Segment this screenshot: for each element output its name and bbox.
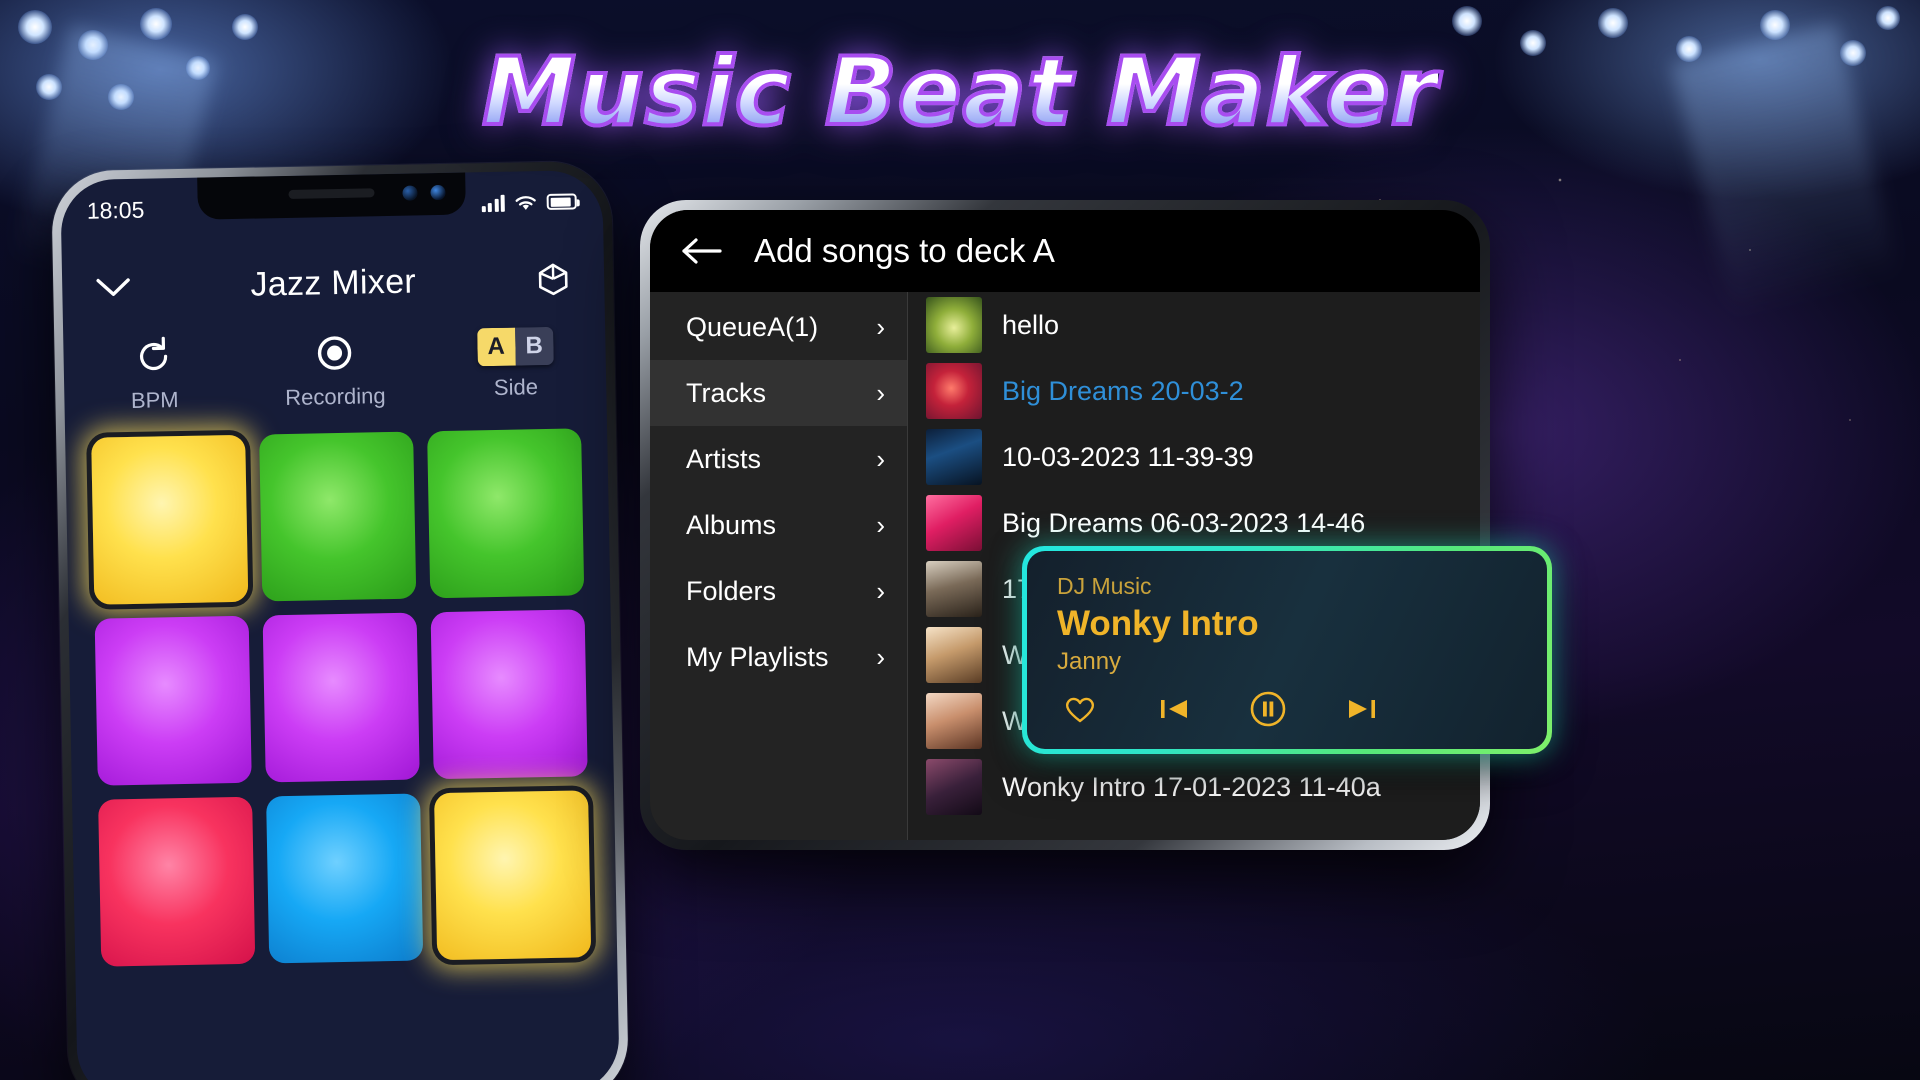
- category-folders[interactable]: Folders ›: [650, 558, 907, 624]
- category-list: QueueA(1) › Tracks › Artists › Albums › Fold…: [650, 292, 908, 840]
- mixer-controls-row: BPM Recording A B Side: [63, 326, 607, 432]
- song-title: hello: [1002, 309, 1060, 340]
- left-app-bar: Jazz Mixer: [62, 242, 605, 324]
- album-art: [926, 561, 982, 617]
- stage-lamp: [232, 14, 258, 40]
- player-artist: Janny: [1057, 648, 1122, 675]
- signal-bars-icon: [481, 194, 505, 212]
- category-label: My Playlists: [686, 641, 829, 672]
- song-row[interactable]: 10-03-2023 11-39-39: [908, 424, 1480, 490]
- chevron-right-icon: ›: [876, 377, 885, 408]
- title-container: Music Beat Maker: [0, 36, 1920, 149]
- chevron-right-icon: ›: [876, 575, 885, 606]
- wifi-icon: [514, 193, 538, 211]
- stage-lamp: [1452, 6, 1482, 36]
- mini-player-card[interactable]: DJ Music Wonky Intro Janny: [1022, 546, 1552, 754]
- side-a-option[interactable]: A: [476, 327, 516, 367]
- bpm-button[interactable]: BPM: [63, 333, 245, 415]
- player-controls: [1057, 691, 1517, 727]
- stage-lamp: [140, 8, 172, 40]
- bpm-label: BPM: [130, 387, 179, 413]
- category-label: Artists: [686, 443, 762, 474]
- recording-button[interactable]: Recording: [244, 329, 426, 411]
- category-albums[interactable]: Albums ›: [650, 492, 907, 558]
- album-art: [926, 429, 982, 485]
- beat-pad[interactable]: [91, 434, 249, 605]
- category-label: Tracks: [686, 377, 766, 408]
- next-track-button[interactable]: [1343, 692, 1381, 726]
- beat-pad[interactable]: [94, 615, 252, 786]
- battery-icon: [546, 193, 577, 210]
- favorite-button[interactable]: [1061, 692, 1099, 726]
- refresh-icon: [132, 334, 177, 379]
- player-subtitle: DJ Music: [1057, 573, 1152, 599]
- category-label: Folders: [686, 575, 777, 606]
- phone-left-screen: 18:05 Jazz Mixer BPM Recording A B Side: [60, 169, 620, 1080]
- beat-pad[interactable]: [259, 431, 417, 602]
- album-art: [926, 297, 982, 353]
- song-row[interactable]: Big Dreams 20-03-2: [908, 358, 1480, 424]
- stage-lamp: [1598, 8, 1628, 38]
- category-label: Albums: [686, 509, 777, 540]
- song-row[interactable]: hello: [908, 292, 1480, 358]
- previous-track-button[interactable]: [1155, 692, 1193, 726]
- arrow-left-icon[interactable]: [680, 235, 724, 267]
- beat-pad[interactable]: [266, 793, 424, 964]
- recording-label: Recording: [285, 383, 386, 411]
- phone-left-device: 18:05 Jazz Mixer BPM Recording A B Side: [51, 160, 629, 1080]
- beat-pad[interactable]: [434, 790, 592, 961]
- mini-player-content: DJ Music Wonky Intro Janny: [1027, 551, 1547, 749]
- side-label: Side: [493, 374, 539, 400]
- album-art: [926, 627, 982, 683]
- song-title: 10-03-2023 11-39-39: [1002, 441, 1254, 472]
- album-art: [926, 363, 982, 419]
- category-artists[interactable]: Artists ›: [650, 426, 907, 492]
- song-row[interactable]: Wonky Intro 17-01-2023 11-40a: [908, 754, 1480, 820]
- add-songs-title: Add songs to deck A: [754, 232, 1055, 269]
- song-title: Big Dreams 06-03-2023 14-46: [1002, 507, 1366, 538]
- stage-lamp: [1876, 6, 1900, 30]
- chevron-right-icon: ›: [876, 311, 885, 342]
- status-time: 18:05: [86, 196, 145, 224]
- beat-pad[interactable]: [262, 612, 420, 783]
- album-art: [926, 495, 982, 551]
- side-b-option[interactable]: B: [514, 326, 554, 366]
- chevron-right-icon: ›: [876, 641, 885, 672]
- ab-toggle-icon[interactable]: A B: [476, 326, 554, 367]
- record-circle-icon: [312, 331, 357, 376]
- chevron-right-icon: ›: [876, 509, 885, 540]
- beat-pad[interactable]: [427, 428, 585, 599]
- beat-pad-grid: [91, 428, 594, 1080]
- cube-icon[interactable]: [530, 258, 577, 299]
- album-art: [926, 693, 982, 749]
- right-app-bar: Add songs to deck A: [650, 210, 1480, 292]
- song-title: Big Dreams 20-03-2: [1002, 375, 1244, 406]
- pause-button[interactable]: [1249, 691, 1287, 727]
- status-bar: 18:05: [60, 182, 603, 230]
- chevron-down-icon[interactable]: [90, 274, 136, 301]
- chevron-right-icon: ›: [876, 443, 885, 474]
- beat-pad[interactable]: [430, 609, 588, 780]
- side-toggle-button[interactable]: A B Side: [424, 326, 606, 402]
- mixer-title: Jazz Mixer: [250, 261, 417, 304]
- page-title: Music Beat Maker: [480, 36, 1439, 149]
- album-art: [926, 759, 982, 815]
- category-queue-a[interactable]: QueueA(1) ›: [650, 294, 907, 360]
- song-title: Wonky Intro 17-01-2023 11-40a: [1002, 771, 1381, 802]
- player-track-title: Wonky Intro: [1057, 604, 1259, 643]
- category-tracks[interactable]: Tracks ›: [650, 360, 907, 426]
- category-label: QueueA(1): [686, 311, 819, 342]
- beat-pad[interactable]: [98, 796, 256, 967]
- category-my-playlists[interactable]: My Playlists ›: [650, 624, 907, 690]
